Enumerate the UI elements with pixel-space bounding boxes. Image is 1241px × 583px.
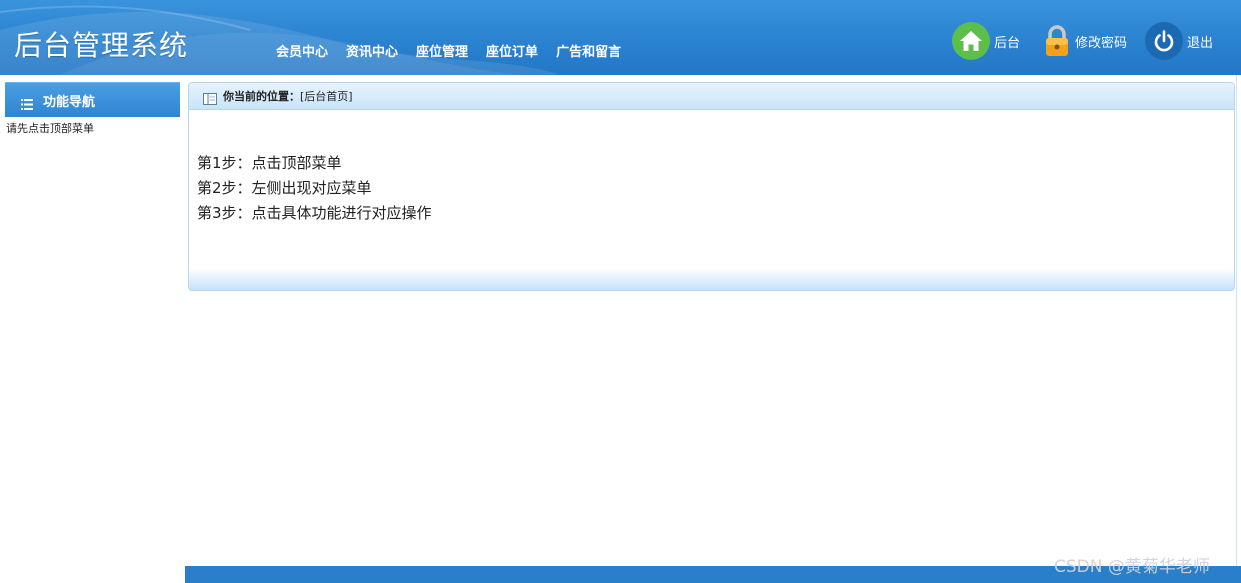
- nav-member-center[interactable]: 会员中心: [276, 41, 328, 60]
- breadcrumb-current[interactable]: [后台首页]: [300, 88, 353, 104]
- panel-icon: [203, 90, 217, 105]
- app-title: 后台管理系统: [14, 29, 189, 62]
- nav-seat-orders[interactable]: 座位订单: [486, 41, 538, 60]
- nav-seat-management[interactable]: 座位管理: [416, 41, 468, 60]
- breadcrumb: 你当前的位置： [后台首页]: [189, 83, 1234, 110]
- step-2: 第2步：左侧出现对应菜单: [197, 179, 372, 197]
- watermark: CSDN @黄菊华老师: [1054, 557, 1210, 577]
- step-1: 第1步：点击顶部菜单: [197, 154, 342, 172]
- change-password-button[interactable]: 修改密码: [1043, 20, 1127, 62]
- sidebar-hint: 请先点击顶部菜单: [6, 122, 94, 135]
- power-icon: [1145, 22, 1183, 60]
- change-password-label: 修改密码: [1075, 35, 1128, 51]
- nav-news-center[interactable]: 资讯中心: [346, 41, 398, 60]
- panel-footer: [189, 268, 1234, 290]
- lock-icon: [1043, 24, 1071, 58]
- breadcrumb-label: 你当前的位置：: [223, 90, 300, 103]
- sidebar: 功能导航 请先点击顶部菜单: [0, 75, 185, 583]
- header-actions: 后台 修改密码 退出: [952, 20, 1237, 62]
- logout-button[interactable]: 退出: [1145, 20, 1213, 62]
- right-edge-divider: [1236, 75, 1241, 583]
- top-nav: 会员中心 资讯中心 座位管理 座位订单 广告和留言: [276, 41, 639, 60]
- sidebar-heading-label: 功能导航: [43, 94, 96, 110]
- sidebar-heading[interactable]: 功能导航: [5, 82, 180, 117]
- instruction-steps: 第1步：点击顶部菜单 第2步：左侧出现对应菜单 第3步：点击具体功能进行对应操作: [197, 151, 432, 226]
- list-icon: [21, 95, 33, 110]
- nav-ads-messages[interactable]: 广告和留言: [556, 41, 621, 60]
- top-header: 后台管理系统 会员中心 资讯中心 座位管理 座位订单 广告和留言 后台 修改密码…: [0, 0, 1241, 75]
- home-label: 后台: [994, 35, 1021, 51]
- main-panel: 你当前的位置： [后台首页] 第1步：点击顶部菜单 第2步：左侧出现对应菜单 第…: [188, 82, 1235, 291]
- logout-label: 退出: [1187, 35, 1214, 51]
- home-button[interactable]: 后台: [952, 20, 1020, 62]
- step-3: 第3步：点击具体功能进行对应操作: [197, 204, 432, 222]
- home-icon: [952, 22, 990, 60]
